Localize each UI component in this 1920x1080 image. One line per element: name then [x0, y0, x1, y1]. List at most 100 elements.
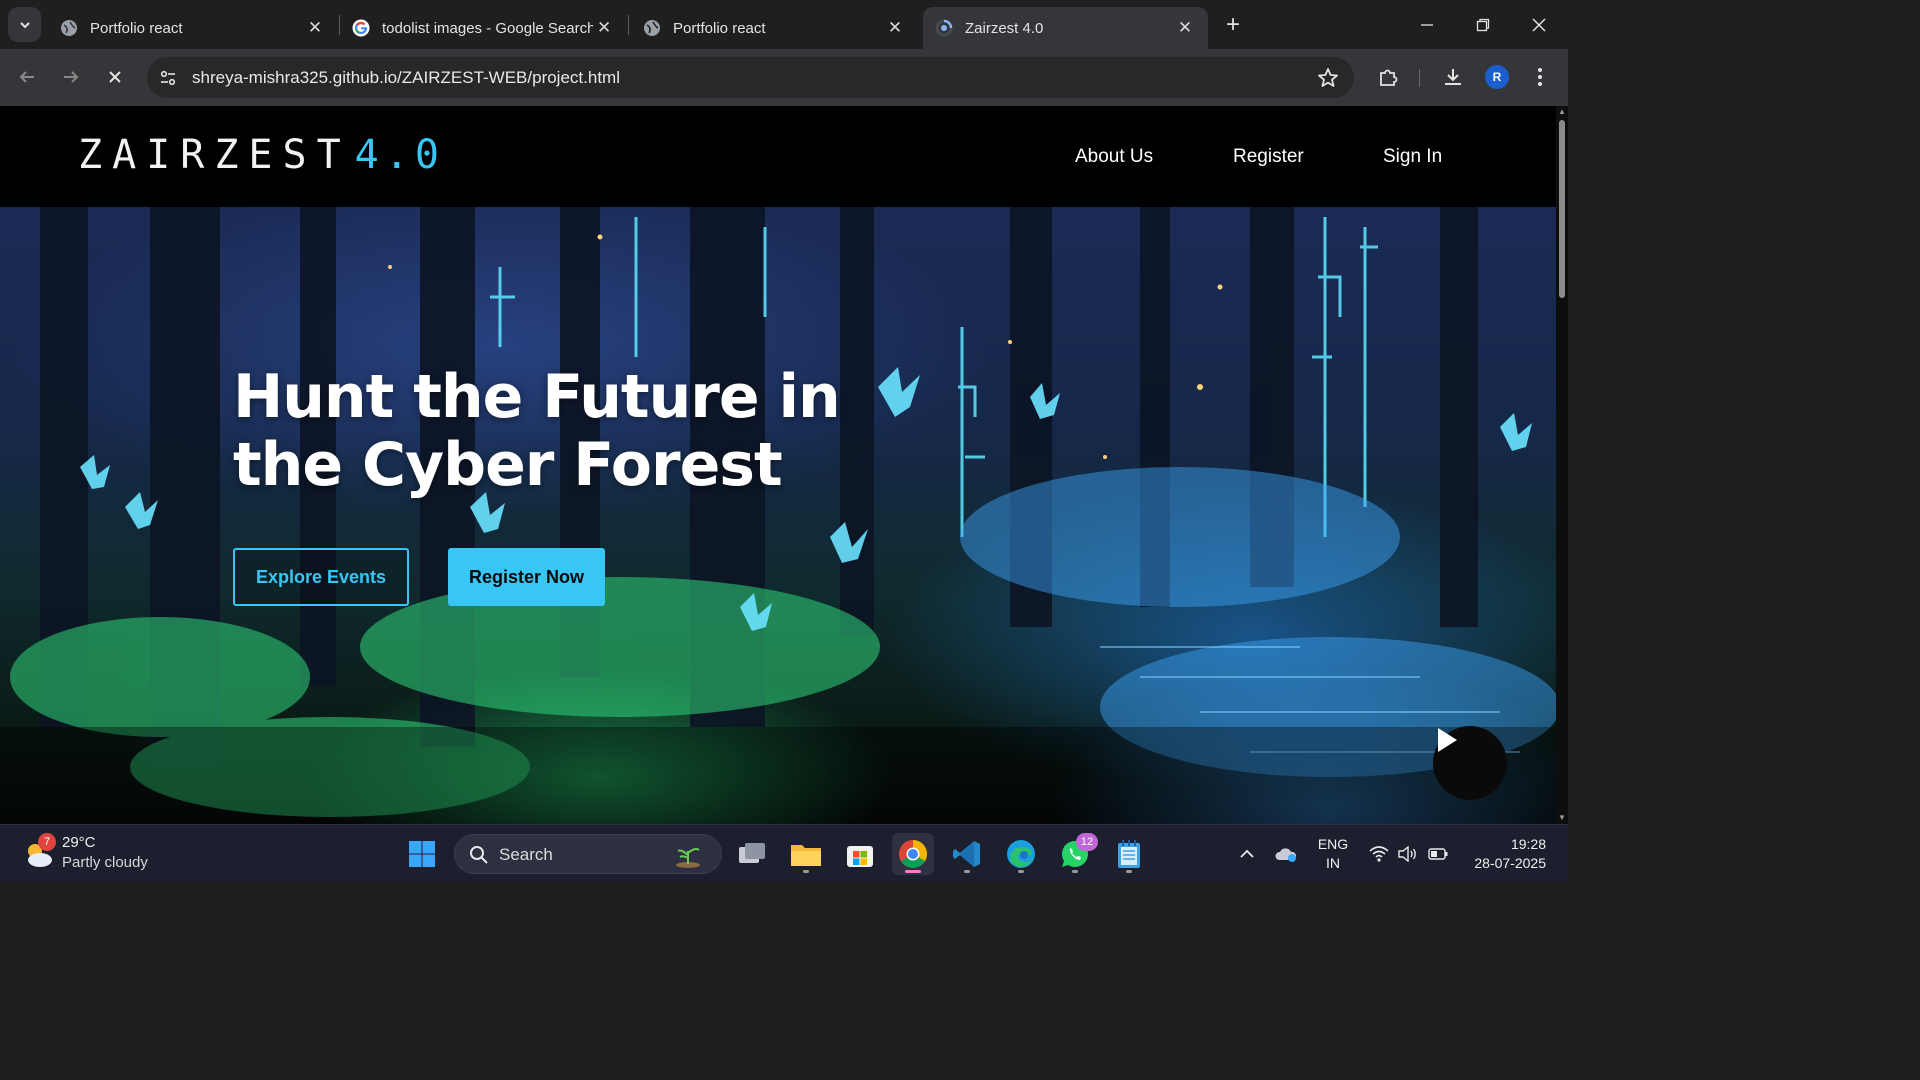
input-language[interactable]: ENG IN: [1314, 835, 1352, 873]
profile-avatar[interactable]: R: [1485, 65, 1509, 89]
speaker-icon: [1398, 846, 1416, 862]
tab-close-icon[interactable]: ✕: [884, 17, 906, 39]
onedrive-button[interactable]: [1271, 825, 1301, 883]
close-icon: [1532, 17, 1546, 32]
new-tab-button[interactable]: +: [1220, 11, 1246, 38]
running-indicator: [964, 870, 970, 873]
task-view-icon: [739, 843, 765, 863]
clock[interactable]: 19:28 28-07-2025: [1460, 835, 1546, 873]
wifi-icon: [1369, 846, 1389, 862]
windows-start-icon: [409, 841, 435, 867]
edge-button[interactable]: [1000, 833, 1042, 875]
tab-title: Portfolio react: [90, 19, 183, 37]
loading-spinner-icon: [935, 19, 953, 37]
running-indicator: [905, 870, 921, 873]
chrome-icon: [899, 840, 927, 868]
browser-tab-strip: Portfolio react ✕ todolist images - Goog…: [0, 0, 1568, 49]
tab-divider: [628, 15, 629, 35]
file-explorer-button[interactable]: [785, 833, 827, 875]
extensions-button[interactable]: [1372, 61, 1404, 93]
task-view-button[interactable]: [731, 833, 773, 875]
language-code: ENG: [1317, 836, 1349, 852]
play-video-button[interactable]: [1433, 726, 1507, 800]
tab-close-icon[interactable]: ✕: [1174, 17, 1196, 39]
running-indicator: [1126, 870, 1132, 873]
nav-about-us[interactable]: About Us: [1075, 146, 1153, 168]
cyber-forest-background: [0, 207, 1556, 824]
register-now-button[interactable]: Register Now: [448, 548, 605, 606]
google-icon: [352, 19, 370, 37]
wifi-status[interactable]: [1366, 825, 1392, 883]
browser-toolbar: shreya-mishra325.github.io/ZAIRZEST-WEB/…: [0, 49, 1568, 106]
close-window-button[interactable]: [1511, 0, 1567, 49]
search-icon: [470, 846, 488, 864]
nav-sign-in[interactable]: Sign In: [1383, 146, 1442, 168]
chrome-button[interactable]: [892, 833, 934, 875]
minimize-icon: [1421, 23, 1433, 26]
clock-date: 28-07-2025: [1474, 855, 1546, 871]
downloads-button[interactable]: [1437, 61, 1469, 93]
edge-icon: [1007, 840, 1035, 868]
running-indicator: [803, 870, 809, 873]
back-button[interactable]: [11, 61, 43, 93]
file-explorer-icon: [791, 845, 821, 866]
running-indicator: [1018, 870, 1024, 873]
puzzle-piece-icon: [1380, 69, 1398, 86]
toolbar-divider: [1419, 69, 1420, 87]
cloud-info-icon: [1275, 848, 1297, 862]
page-scrollbar[interactable]: ▲ ▼: [1556, 106, 1568, 824]
region-code: IN: [1326, 855, 1340, 871]
sprout-highlight-icon: [676, 848, 700, 868]
download-icon: [1445, 69, 1461, 85]
windows-taskbar: 7 29°C Partly cloudy Search ENG IN 19:28…: [0, 824, 1568, 882]
play-icon: [1438, 728, 1457, 752]
vscode-button[interactable]: [946, 833, 988, 875]
stop-loading-button[interactable]: [99, 61, 131, 93]
running-indicator: [1072, 870, 1078, 873]
scroll-up-arrow[interactable]: ▲: [1558, 108, 1566, 116]
battery-status[interactable]: [1425, 825, 1451, 883]
page-viewport: ZAIRZEST 4.0 About Us Register Sign In H…: [0, 106, 1556, 824]
tab-close-icon[interactable]: ✕: [593, 17, 615, 39]
show-hidden-icons-button[interactable]: [1234, 825, 1260, 883]
tab-title: todolist images - Google Search: [382, 19, 594, 37]
notepad-icon: [1118, 840, 1140, 868]
clock-time: 19:28: [1510, 836, 1546, 852]
site-logo[interactable]: ZAIRZEST 4.0: [78, 132, 445, 178]
restore-button[interactable]: [1455, 0, 1511, 49]
site-settings-icon[interactable]: [157, 67, 179, 89]
browser-tab-active[interactable]: Zairzest 4.0 ✕: [923, 7, 1208, 49]
kebab-menu-icon: [1538, 68, 1542, 86]
start-button[interactable]: [401, 833, 443, 875]
minimize-button[interactable]: [1399, 0, 1455, 49]
explore-events-button[interactable]: Explore Events: [233, 548, 409, 606]
taskbar-search-box[interactable]: Search: [454, 834, 722, 874]
scrollbar-thumb[interactable]: [1559, 120, 1565, 298]
nav-register[interactable]: Register: [1233, 146, 1304, 168]
tab-title: Zairzest 4.0: [965, 19, 1044, 37]
forward-button[interactable]: [55, 61, 87, 93]
browser-tab[interactable]: Portfolio react ✕: [631, 7, 918, 49]
tab-close-icon[interactable]: ✕: [304, 17, 326, 39]
bookmark-star-icon[interactable]: [1316, 66, 1340, 90]
weather-description: Partly cloudy: [62, 854, 148, 871]
browser-tab[interactable]: todolist images - Google Search ✕: [340, 7, 627, 49]
search-label: Search: [499, 845, 553, 864]
tab-search-button[interactable]: [8, 7, 41, 42]
browser-tab[interactable]: Portfolio react ✕: [48, 7, 338, 49]
url-text: shreya-mishra325.github.io/ZAIRZEST-WEB/…: [192, 68, 620, 87]
notepad-button[interactable]: [1108, 833, 1150, 875]
restore-icon: [1476, 18, 1490, 31]
microsoft-store-button[interactable]: [839, 833, 881, 875]
scroll-down-arrow[interactable]: ▼: [1558, 814, 1566, 822]
whatsapp-notification-badge: 12: [1076, 833, 1098, 851]
close-icon: [109, 71, 121, 83]
tab-title: Portfolio react: [673, 19, 766, 37]
arrow-right-icon: [64, 71, 79, 83]
volume-status[interactable]: [1395, 825, 1421, 883]
chevron-up-icon: [1240, 849, 1254, 858]
address-bar[interactable]: shreya-mishra325.github.io/ZAIRZEST-WEB/…: [147, 57, 1354, 98]
browser-menu-button[interactable]: [1524, 61, 1556, 93]
logo-text: ZAIRZEST: [78, 132, 351, 178]
site-header: ZAIRZEST 4.0 About Us Register Sign In: [0, 106, 1556, 207]
